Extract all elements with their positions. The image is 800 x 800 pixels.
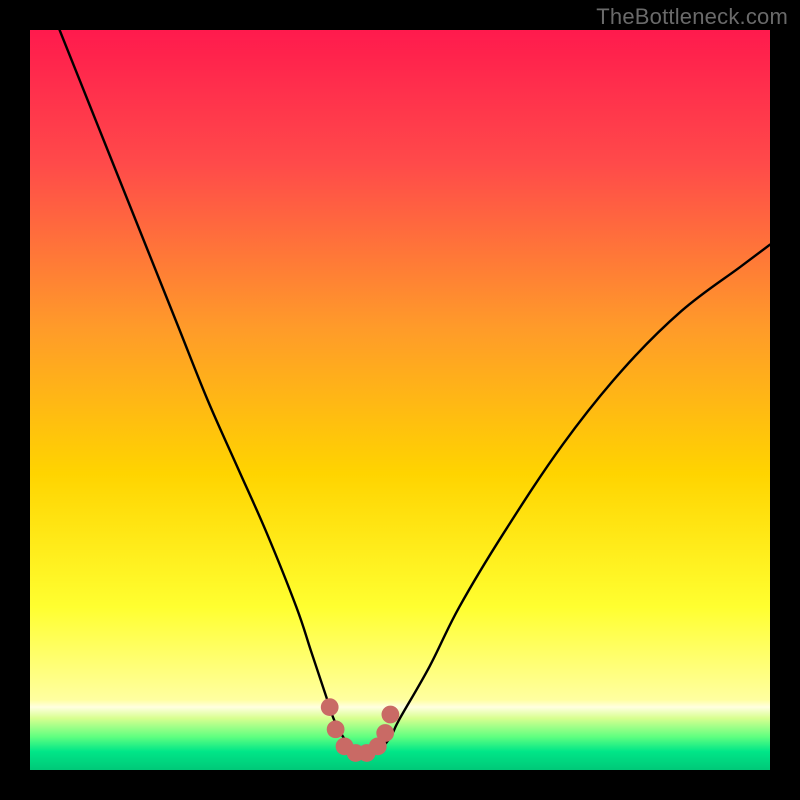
watermark-text: TheBottleneck.com — [596, 4, 788, 30]
valley-marker — [376, 724, 394, 742]
valley-marker — [321, 698, 339, 716]
bottleneck-chart — [0, 0, 800, 800]
valley-marker — [327, 720, 345, 738]
valley-marker — [382, 706, 400, 724]
outer-frame: TheBottleneck.com — [0, 0, 800, 800]
plot-background — [30, 30, 770, 770]
